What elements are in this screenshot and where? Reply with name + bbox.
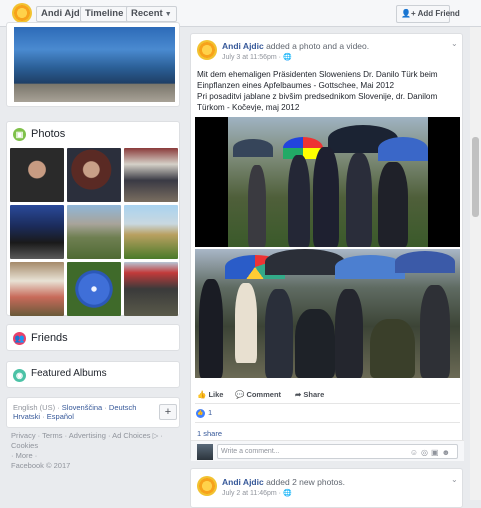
post-timestamp[interactable]: July 3 at 11:56pm · 🌐 bbox=[222, 53, 292, 61]
post-action-text: added 2 new photos. bbox=[263, 477, 346, 487]
comment-placeholder: Write a comment... bbox=[221, 448, 280, 455]
share-icon: ➦ bbox=[295, 390, 302, 399]
page-scrollbar[interactable] bbox=[470, 27, 481, 500]
photo-thumb[interactable] bbox=[124, 262, 178, 316]
add-language-button[interactable]: + bbox=[159, 404, 177, 420]
share-label: Share bbox=[303, 390, 325, 399]
footer-line[interactable]: Privacy · Terms · Advertising · Ad Choic… bbox=[11, 431, 181, 451]
photo-thumb[interactable] bbox=[67, 148, 121, 202]
post-author-link[interactable]: Andi Ajdic bbox=[222, 41, 264, 51]
current-language: English (US) bbox=[13, 403, 56, 412]
add-friend-icon: 👤+ bbox=[401, 9, 416, 18]
photos-card: ▣ Photos bbox=[6, 121, 180, 316]
post-header: Andi Ajdic added 2 new photos. bbox=[222, 477, 345, 487]
video-frame bbox=[228, 117, 428, 247]
comment-button[interactable]: 💬 Comment bbox=[235, 390, 281, 399]
camera-icon[interactable]: ◎ bbox=[421, 448, 431, 457]
add-friend-label: Add Friend bbox=[417, 9, 460, 18]
like-label: Like bbox=[208, 390, 224, 399]
post-options-chevron-icon[interactable]: ⌄ bbox=[451, 39, 458, 48]
divider bbox=[195, 403, 460, 404]
sticker-icon[interactable]: ☻ bbox=[442, 448, 453, 457]
scrollbar-thumb[interactable] bbox=[472, 137, 479, 217]
separator: · bbox=[55, 403, 62, 412]
comment-tools: ☺◎▣☻ bbox=[410, 446, 453, 459]
comment-composer: Write a comment... ☺◎▣☻ bbox=[191, 440, 464, 461]
friends-icon: 👥 bbox=[13, 332, 26, 345]
post-author-avatar[interactable] bbox=[197, 40, 217, 60]
albums-icon: ◉ bbox=[13, 369, 26, 382]
share-count[interactable]: 1 share bbox=[197, 429, 222, 438]
comment-icon: 💬 bbox=[235, 390, 245, 399]
language-list: English (US) · Slovenščina · Deutsch Hrv… bbox=[13, 403, 153, 421]
like-count[interactable]: 1 bbox=[208, 408, 212, 417]
thumbs-up-icon: 👍 bbox=[197, 390, 207, 399]
post-timestamp[interactable]: July 2 at 11:46pm · 🌐 bbox=[222, 489, 292, 497]
timeline-post: Andi Ajdic added a photo and a video. Ju… bbox=[190, 33, 464, 461]
add-friend-button[interactable]: 👤+ Add Friend bbox=[396, 5, 460, 23]
photo-thumb[interactable] bbox=[124, 148, 178, 202]
post-action-text: added a photo and a video. bbox=[263, 41, 370, 51]
featured-albums-card[interactable]: ◉ Featured Albums bbox=[6, 361, 180, 388]
separator: · bbox=[40, 412, 47, 421]
photo-thumb[interactable] bbox=[10, 148, 64, 202]
language-link-hrvatski[interactable]: Hrvatski bbox=[13, 412, 40, 421]
separator: · bbox=[102, 403, 109, 412]
footer-copyright: Facebook © 2017 bbox=[11, 461, 71, 470]
intro-card bbox=[6, 22, 180, 107]
friends-card[interactable]: 👥 Friends bbox=[6, 324, 180, 351]
post-header: Andi Ajdic added a photo and a video. bbox=[222, 41, 369, 51]
photo-thumb[interactable] bbox=[67, 262, 121, 316]
lake-photo[interactable] bbox=[14, 27, 175, 102]
featured-albums-title[interactable]: Featured Albums bbox=[31, 368, 107, 379]
profile-avatar[interactable] bbox=[12, 3, 32, 23]
timeline-post: Andi Ajdic added 2 new photos. July 2 at… bbox=[190, 468, 463, 508]
timeline-label: Timeline bbox=[85, 8, 124, 19]
divider bbox=[195, 422, 460, 423]
like-button[interactable]: 👍 Like bbox=[197, 390, 223, 399]
post-photo[interactable] bbox=[195, 249, 460, 378]
share-button[interactable]: ➦ Share bbox=[295, 390, 324, 399]
post-text-slovenian: Pri posaditvi jablane z bivšim predsedni… bbox=[197, 92, 438, 112]
comment-input[interactable]: Write a comment... ☺◎▣☻ bbox=[217, 444, 458, 459]
post-author-avatar[interactable] bbox=[197, 476, 217, 496]
post-video[interactable] bbox=[195, 117, 460, 247]
recent-button[interactable]: Recent ▼ bbox=[126, 6, 177, 22]
language-link-slovenscina[interactable]: Slovenščina bbox=[62, 403, 102, 412]
photo-thumb[interactable] bbox=[10, 262, 64, 316]
post-text-german: Mit dem ehemaligen Präsidenten Slowenien… bbox=[197, 70, 438, 90]
like-reaction-icon: 👍 bbox=[196, 409, 205, 418]
commenter-avatar bbox=[197, 444, 213, 460]
comment-label: Comment bbox=[246, 390, 282, 399]
chevron-down-icon: ▼ bbox=[164, 11, 172, 18]
photos-title[interactable]: Photos bbox=[31, 128, 65, 140]
language-link-deutsch[interactable]: Deutsch bbox=[109, 403, 137, 412]
gif-icon[interactable]: ▣ bbox=[431, 448, 442, 457]
language-link-espanol[interactable]: Español bbox=[47, 412, 74, 421]
footer-links: Privacy · Terms · Advertising · Ad Choic… bbox=[11, 431, 181, 471]
post-author-link[interactable]: Andi Ajdic bbox=[222, 477, 264, 487]
photos-grid bbox=[10, 148, 178, 316]
language-card: English (US) · Slovenščina · Deutsch Hrv… bbox=[6, 397, 180, 428]
photo-thumb[interactable] bbox=[67, 205, 121, 259]
footer-more-link[interactable]: · More · bbox=[11, 451, 181, 461]
photo-thumb[interactable] bbox=[124, 205, 178, 259]
photo-thumb[interactable] bbox=[10, 205, 64, 259]
recent-label: Recent bbox=[131, 8, 163, 19]
photos-icon: ▣ bbox=[13, 128, 26, 141]
post-options-chevron-icon[interactable]: ⌄ bbox=[451, 475, 458, 484]
emoji-icon[interactable]: ☺ bbox=[410, 448, 421, 457]
friends-title[interactable]: Friends bbox=[31, 332, 68, 344]
